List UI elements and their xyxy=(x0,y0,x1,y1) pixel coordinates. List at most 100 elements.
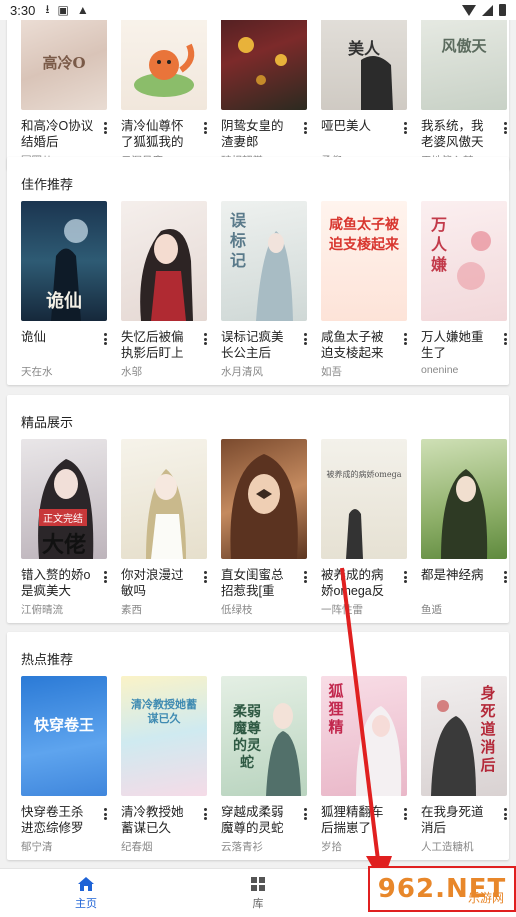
book-item[interactable]: 失忆后被偏执影后盯上 水邬 xyxy=(121,201,221,379)
book-title[interactable]: 穿越成柔弱魔尊的灵蛇 xyxy=(221,804,295,836)
more-options-icon[interactable] xyxy=(201,806,209,822)
book-cover[interactable]: 万人嫌 xyxy=(421,201,507,321)
book-cover[interactable]: 被养成的病娇omega xyxy=(321,439,407,559)
more-options-icon[interactable] xyxy=(301,120,309,136)
book-title[interactable]: 哑巴美人 xyxy=(321,118,395,150)
book-cover[interactable]: 快穿卷王 xyxy=(21,676,107,796)
cover-art xyxy=(431,700,476,796)
book-item[interactable]: 都是神经病 鱼遁 xyxy=(421,439,516,617)
section-showcase: 精品展示 正文完结 大佬 错入赘的娇o是疯美大 江俯晴流 你对浪漫过敏吗 素西 … xyxy=(7,395,509,623)
more-options-icon[interactable] xyxy=(401,331,409,347)
book-author: 人工造糖机 xyxy=(421,841,474,853)
more-options-icon[interactable] xyxy=(101,120,109,136)
book-cover[interactable]: 风傲天 xyxy=(421,20,507,110)
more-options-icon[interactable] xyxy=(501,806,509,822)
cover-title: 大佬 xyxy=(41,532,86,558)
book-item[interactable]: 高冷O 和高冷O协议结婚后 圆圈儿 xyxy=(21,20,121,168)
cover-title: 风傲天 xyxy=(441,37,487,55)
alert-icon: ▲ xyxy=(76,3,89,17)
book-cover[interactable]: 误标记 xyxy=(221,201,307,321)
book-item[interactable]: 美人 哑巴美人 柔倪 xyxy=(321,20,421,168)
book-title[interactable]: 直女闺蜜总招惹我[重 xyxy=(221,567,295,599)
cover-title: 清冷教授她蓄谋已久 xyxy=(131,698,197,725)
cover-title: 咸鱼太子被迫支棱起来 xyxy=(329,217,399,253)
book-title[interactable]: 都是神经病 xyxy=(421,567,495,599)
book-cover[interactable]: 诡仙 xyxy=(21,201,107,321)
more-options-icon[interactable] xyxy=(301,331,309,347)
book-item[interactable]: 阴鸷女皇的渣妻郎 醉相韶裳 xyxy=(221,20,321,168)
book-title[interactable]: 和高冷O协议结婚后 xyxy=(21,118,95,150)
home-feed[interactable]: 高冷O 和高冷O协议结婚后 圆圈儿 清冷仙尊怀了狐狐我的 云深见鹿 xyxy=(0,20,516,868)
annotation-arrow xyxy=(340,567,392,868)
book-cover[interactable] xyxy=(121,201,207,321)
book-item[interactable]: 柔弱魔尊的灵蛇 穿越成柔弱魔尊的灵蛇 云落青衫 xyxy=(221,676,321,854)
more-options-icon[interactable] xyxy=(201,569,209,585)
book-cover[interactable]: 高冷O xyxy=(21,20,107,110)
book-item[interactable]: 风傲天 我系统，我老婆风傲天 天地皆入梦 xyxy=(421,20,516,168)
more-options-icon[interactable] xyxy=(501,331,509,347)
book-cover[interactable]: 柔弱魔尊的灵蛇 xyxy=(221,676,307,796)
book-title[interactable]: 在我身死道消后 xyxy=(421,804,495,836)
book-title[interactable]: 清冷教授她蓄谋已久 xyxy=(121,804,195,836)
book-item[interactable]: 诡仙 诡仙 天在水 xyxy=(21,201,121,379)
book-item[interactable]: 咸鱼太子被迫支棱起来 咸鱼太子被迫支棱起来 如吾 xyxy=(321,201,421,379)
more-options-icon[interactable] xyxy=(501,569,509,585)
section-featured: 佳作推荐 诡仙 诡仙 天在水 失忆后被偏执影后盯上 水邬 误标记 误标记疯美长公… xyxy=(7,157,509,385)
book-cover[interactable] xyxy=(221,439,307,559)
more-options-icon[interactable] xyxy=(301,569,309,585)
book-title[interactable]: 你对浪漫过敏吗 xyxy=(121,567,195,599)
cover-title: 快穿卷王 xyxy=(33,716,94,734)
book-author: 郁宁清 xyxy=(21,841,53,853)
book-cover[interactable] xyxy=(421,439,507,559)
book-title[interactable]: 阴鸷女皇的渣妻郎 xyxy=(221,118,295,150)
book-title[interactable]: 万人嫌她重生了 xyxy=(421,329,495,361)
cover-art xyxy=(457,231,491,290)
cover-art xyxy=(441,469,488,559)
more-options-icon[interactable] xyxy=(101,806,109,822)
more-options-icon[interactable] xyxy=(501,120,509,136)
home-icon xyxy=(78,876,94,891)
book-title[interactable]: 快穿卷王杀进恋综修罗 xyxy=(21,804,95,836)
book-item[interactable]: 直女闺蜜总招惹我[重 低绿枝 xyxy=(221,439,321,617)
book-cover[interactable] xyxy=(121,439,207,559)
nav-home-label: 主页 xyxy=(75,897,97,910)
book-cover[interactable]: 咸鱼太子被迫支棱起来 xyxy=(321,201,407,321)
cover-art xyxy=(146,469,186,559)
status-time: 3:30 xyxy=(10,2,36,18)
book-item[interactable]: 身死道消后 在我身死道消后 人工造糖机 xyxy=(421,676,516,854)
more-options-icon[interactable] xyxy=(401,120,409,136)
book-cover[interactable] xyxy=(221,20,307,110)
book-item[interactable]: 快穿卷王 快穿卷王杀进恋综修罗 郁宁清 xyxy=(21,676,121,854)
book-title[interactable]: 清冷仙尊怀了狐狐我的 xyxy=(121,118,195,150)
book-cover[interactable]: 清冷教授她蓄谋已久 xyxy=(121,676,207,796)
book-item[interactable]: 误标记 误标记疯美长公主后 水月清风 xyxy=(221,201,321,379)
nav-library-label: 库 xyxy=(252,897,264,910)
book-cover[interactable] xyxy=(121,20,207,110)
book-title[interactable]: 误标记疯美长公主后 xyxy=(221,329,295,361)
book-title[interactable]: 咸鱼太子被迫支棱起来 xyxy=(321,329,395,361)
book-cover[interactable]: 美人 xyxy=(321,20,407,110)
book-author: 云落青衫 xyxy=(221,841,263,853)
more-options-icon[interactable] xyxy=(101,331,109,347)
site-watermark: 962.NET 乐游网 xyxy=(368,866,516,912)
more-options-icon[interactable] xyxy=(201,120,209,136)
nav-library[interactable]: 库 xyxy=(172,869,344,917)
cover-art xyxy=(230,454,298,559)
book-item[interactable]: 清冷仙尊怀了狐狐我的 云深见鹿 xyxy=(121,20,221,168)
more-options-icon[interactable] xyxy=(201,331,209,347)
book-title[interactable]: 错入赘的娇o是疯美大 xyxy=(21,567,95,599)
book-item[interactable]: 清冷教授她蓄谋已久 清冷教授她蓄谋已久 纪春烟 xyxy=(121,676,221,854)
more-options-icon[interactable] xyxy=(101,569,109,585)
more-options-icon[interactable] xyxy=(301,806,309,822)
cover-art xyxy=(238,37,287,85)
book-title[interactable]: 诡仙 xyxy=(21,329,95,361)
book-item[interactable]: 正文完结 大佬 错入赘的娇o是疯美大 江俯晴流 xyxy=(21,439,121,617)
book-title[interactable]: 失忆后被偏执影后盯上 xyxy=(121,329,195,361)
book-item[interactable]: 万人嫌 万人嫌她重生了 onenine xyxy=(421,201,516,379)
book-cover[interactable]: 身死道消后 xyxy=(421,676,507,796)
battery-icon xyxy=(499,4,506,16)
book-cover[interactable]: 正文完结 大佬 xyxy=(21,439,107,559)
nav-home[interactable]: 主页 xyxy=(0,869,172,917)
book-title[interactable]: 我系统，我老婆风傲天 xyxy=(421,118,495,150)
book-item[interactable]: 你对浪漫过敏吗 素西 xyxy=(121,439,221,617)
